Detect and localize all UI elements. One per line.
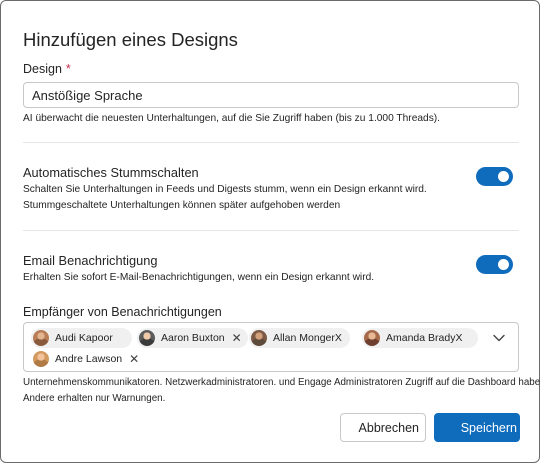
avatar [33,351,49,367]
close-icon[interactable]: X [335,332,342,344]
toggle-knob [498,171,509,182]
auto-mute-description-line2: Stummgeschaltete Unterhaltungen können s… [23,200,341,211]
auto-mute-toggle[interactable] [476,167,513,186]
close-icon[interactable]: X [455,332,462,344]
add-design-dialog: Hinzufügen eines Designs Design* AI über… [0,0,540,463]
recipient-chip[interactable]: Audi Kapoor [31,328,132,348]
auto-mute-description-line1: Schalten Sie Unterhaltungen in Feeds und… [23,184,427,195]
auto-mute-heading: Automatisches Stummschalten [23,165,199,180]
save-button[interactable]: Speichern [434,413,520,442]
design-input[interactable] [23,82,519,108]
recipient-name: Audi Kapoor [55,332,113,344]
divider [23,230,519,231]
close-icon[interactable]: ✕ [232,331,242,345]
avatar [364,330,380,346]
recipient-name: Aaron Buxton [161,332,225,344]
required-mark: * [65,62,71,76]
chevron-down-icon[interactable] [492,331,506,345]
avatar [139,330,155,346]
recipient-chip[interactable]: Amanda Brady X [362,328,479,348]
recipients-footer-line1: Unternehmenskommunikatoren. Netzwerkadmi… [23,377,540,388]
toggle-knob [498,259,509,270]
design-label-text: Design [23,62,62,76]
dialog-title: Hinzufügen eines Designs [23,29,238,50]
recipient-chip[interactable]: Aaron Buxton ✕ [137,328,248,348]
recipients-label: Empfänger von Benachrichtigungen [23,305,222,319]
email-notification-description: Erhalten Sie sofort E-Mail-Benachrichtig… [23,272,375,283]
cancel-button[interactable]: Abbrechen [340,413,426,442]
recipient-name: Amanda Brady [386,332,456,344]
recipient-chip[interactable]: Allan Monger X [249,328,350,348]
avatar [33,330,49,346]
recipient-chip[interactable]: Andre Lawson ✕ [31,349,145,369]
avatar [251,330,267,346]
design-label: Design * [23,62,71,76]
recipient-name: Andre Lawson [55,353,123,365]
recipient-name: Allan Monger [273,332,335,344]
close-icon[interactable]: ✕ [129,352,139,366]
email-notification-toggle[interactable] [476,255,513,274]
divider [23,142,519,143]
email-notification-heading: Email Benachrichtigung [23,253,158,268]
design-hint: AI überwacht die neuesten Unterhaltungen… [23,113,441,124]
recipients-footer-line2: Andere erhalten nur Warnungen. [23,393,166,404]
recipients-picker[interactable]: Audi Kapoor Aaron Buxton ✕ Allan Monger … [23,322,519,372]
